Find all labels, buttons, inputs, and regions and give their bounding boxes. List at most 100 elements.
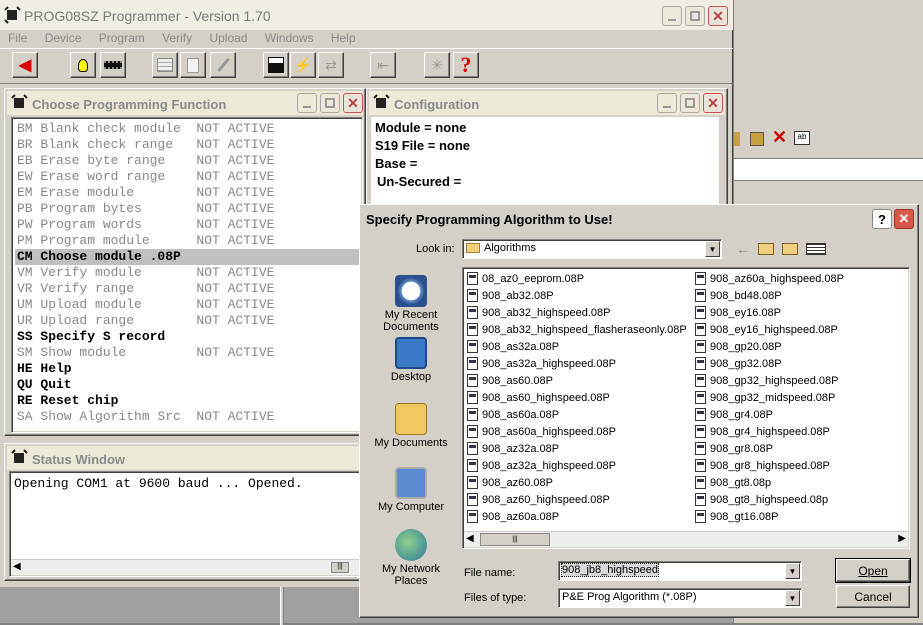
function-item[interactable]: PB Program bytes NOT ACTIVE xyxy=(15,201,362,217)
file-item[interactable]: 908_gt16.08P xyxy=(695,508,909,525)
file-list-scrollbar[interactable]: ◀ ||| ▶ xyxy=(464,531,908,547)
function-item[interactable]: BR Blank check range NOT ACTIVE xyxy=(15,137,362,153)
file-item[interactable]: 908_az60a_highspeed.08P xyxy=(695,270,909,287)
chevron-down-icon[interactable]: ▼ xyxy=(785,590,800,606)
save-button[interactable] xyxy=(263,52,289,78)
maximize-button[interactable] xyxy=(680,93,700,113)
scroll-thumb[interactable]: ||| xyxy=(331,562,349,573)
minimize-button[interactable] xyxy=(297,93,317,113)
function-item[interactable]: SM Show module NOT ACTIVE xyxy=(15,345,362,361)
menu-verify[interactable]: Verify xyxy=(162,31,192,45)
file-item[interactable]: 08_az0_eeprom.08P xyxy=(467,270,691,287)
function-item[interactable]: UM Upload module NOT ACTIVE xyxy=(15,297,362,313)
file-item[interactable]: 908_az60a.08P xyxy=(467,508,691,525)
file-item[interactable]: 908_gp32.08P xyxy=(695,355,909,372)
file-item[interactable]: 908_gt8.08p xyxy=(695,474,909,491)
look-in-dropdown[interactable]: Algorithms ▼ xyxy=(462,239,722,259)
function-item[interactable]: QU Quit xyxy=(15,377,362,393)
minimize-button[interactable] xyxy=(662,6,682,26)
menu-upload[interactable]: Upload xyxy=(209,31,247,45)
page-button[interactable] xyxy=(180,52,206,78)
menu-windows[interactable]: Windows xyxy=(265,31,314,45)
file-item[interactable]: 908_ey16_highspeed.08P xyxy=(695,321,909,338)
menu-file[interactable]: File xyxy=(8,31,27,45)
file-item[interactable]: 908_gp32_midspeed.08P xyxy=(695,389,909,406)
up-folder-icon[interactable] xyxy=(758,243,774,255)
function-item[interactable]: BM Blank check module NOT ACTIVE xyxy=(15,121,362,137)
function-item[interactable]: VR Verify range NOT ACTIVE xyxy=(15,281,362,297)
cancel-button[interactable]: Cancel xyxy=(836,585,910,608)
scroll-left-arrow[interactable]: ◀ xyxy=(13,561,21,572)
grid-button[interactable] xyxy=(152,52,178,78)
place-desktop[interactable]: Desktop xyxy=(370,337,452,383)
file-item[interactable]: 908_gp32_highspeed.08P xyxy=(695,372,909,389)
function-item[interactable]: CM Choose module .08P xyxy=(15,249,362,265)
dialog-close-button[interactable]: ✕ xyxy=(894,209,914,229)
maximize-button[interactable] xyxy=(685,6,705,26)
back-arrow-icon[interactable]: ← xyxy=(736,241,750,257)
function-item[interactable]: EB Erase byte range NOT ACTIVE xyxy=(15,153,362,169)
horizontal-scrollbar[interactable]: ◀ ||| xyxy=(11,559,361,575)
file-item[interactable]: 908_gp20.08P xyxy=(695,338,909,355)
file-item[interactable]: 908_az32a.08P xyxy=(467,440,691,457)
chip-button[interactable] xyxy=(100,52,126,78)
close-button[interactable]: ✕ xyxy=(703,93,723,113)
flash-button[interactable]: ⚡ xyxy=(290,52,316,78)
file-item[interactable]: 908_gr8_highspeed.08P xyxy=(695,457,909,474)
place-my-computer[interactable]: My Computer xyxy=(370,467,452,513)
bulb-button[interactable] xyxy=(70,52,96,78)
upload-button[interactable]: ⇤ xyxy=(370,52,396,78)
file-item[interactable]: 908_as32a_highspeed.08P xyxy=(467,355,691,372)
file-item[interactable]: 908_as60_highspeed.08P xyxy=(467,389,691,406)
file-item[interactable]: 908_ab32_highspeed_flasheraseonly.08P xyxy=(467,321,691,338)
file-name-input[interactable]: 908_jb8_highspeed ▼ xyxy=(558,561,802,581)
new-folder-icon[interactable] xyxy=(782,243,798,255)
file-item[interactable]: 908_as60.08P xyxy=(467,372,691,389)
file-item[interactable]: 908_as60a_highspeed.08P xyxy=(467,423,691,440)
scroll-thumb[interactable]: ||| xyxy=(480,533,550,546)
pen-button[interactable] xyxy=(210,52,236,78)
menu-help[interactable]: Help xyxy=(331,31,356,45)
back-button[interactable]: ◀ xyxy=(12,52,38,78)
function-item[interactable]: EM Erase module NOT ACTIVE xyxy=(15,185,362,201)
file-item[interactable]: 908_as32a.08P xyxy=(467,338,691,355)
file-item[interactable]: 908_az32a_highspeed.08P xyxy=(467,457,691,474)
function-item[interactable]: VM Verify module NOT ACTIVE xyxy=(15,265,362,281)
place-my-documents[interactable]: My Documents xyxy=(370,403,452,449)
file-item[interactable]: 908_ab32.08P xyxy=(467,287,691,304)
open-button[interactable]: Open xyxy=(835,558,911,583)
function-item[interactable]: SS Specify S record xyxy=(15,329,362,345)
place-recent[interactable]: My Recent Documents xyxy=(370,275,452,333)
view-menu-icon[interactable] xyxy=(806,243,826,255)
menu-device[interactable]: Device xyxy=(45,31,82,45)
reset-button[interactable]: ✳ xyxy=(424,52,450,78)
scroll-right-arrow[interactable]: ▶ xyxy=(898,533,906,544)
file-item[interactable]: 908_az60.08P xyxy=(467,474,691,491)
scroll-left-arrow[interactable]: ◀ xyxy=(466,533,474,544)
chevron-down-icon[interactable]: ▼ xyxy=(705,241,720,257)
function-item[interactable]: PM Program module NOT ACTIVE xyxy=(15,233,362,249)
dialog-help-button[interactable]: ? xyxy=(872,209,892,229)
file-item[interactable]: 908_az60_highspeed.08P xyxy=(467,491,691,508)
function-item[interactable]: EW Erase word range NOT ACTIVE xyxy=(15,169,362,185)
minimize-button[interactable] xyxy=(657,93,677,113)
file-type-dropdown[interactable]: P&E Prog Algorithm (*.08P) ▼ xyxy=(558,588,802,608)
help-button[interactable]: ? xyxy=(453,52,479,78)
file-item[interactable]: 908_ey16.08P xyxy=(695,304,909,321)
file-item[interactable]: 908_ab32_highspeed.08P xyxy=(467,304,691,321)
transfer-button[interactable]: ⇄ xyxy=(318,52,344,78)
function-item[interactable]: RE Reset chip xyxy=(15,393,362,409)
file-item[interactable]: 908_gr4.08P xyxy=(695,406,909,423)
file-item[interactable]: 908_gr4_highspeed.08P xyxy=(695,423,909,440)
function-item[interactable]: HE Help xyxy=(15,361,362,377)
maximize-button[interactable] xyxy=(320,93,340,113)
file-item[interactable]: 908_as60a.08P xyxy=(467,406,691,423)
function-item[interactable]: UR Upload range NOT ACTIVE xyxy=(15,313,362,329)
file-item[interactable]: 908_gt8_highspeed.08p xyxy=(695,491,909,508)
place-network[interactable]: My Network Places xyxy=(370,529,452,587)
function-item[interactable]: SA Show Algorithm Src NOT ACTIVE xyxy=(15,409,362,425)
function-item[interactable]: PW Program words NOT ACTIVE xyxy=(15,217,362,233)
file-item[interactable]: 908_bd48.08P xyxy=(695,287,909,304)
close-button[interactable]: ✕ xyxy=(343,93,363,113)
chevron-down-icon[interactable]: ▼ xyxy=(785,563,800,579)
